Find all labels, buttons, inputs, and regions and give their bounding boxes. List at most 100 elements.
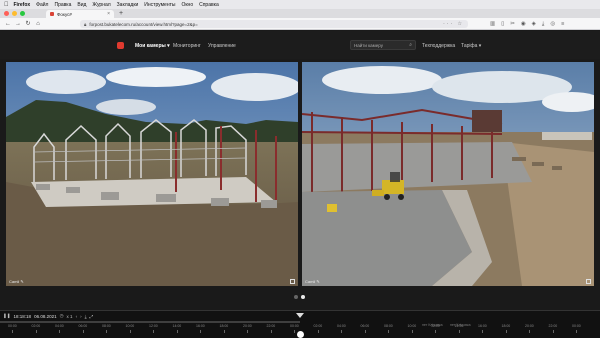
timeline-tick-label: 14:00 <box>172 324 182 328</box>
search-icon[interactable]: ⌕ <box>409 42 412 48</box>
timeline-tick-mark <box>59 330 60 333</box>
timeline-tick-label: 22:00 <box>266 324 276 328</box>
tab-title: Фокус# <box>57 11 72 17</box>
menu-view[interactable]: Вид <box>77 2 86 8</box>
timeline-tick-label: 18:00 <box>501 324 511 328</box>
camera-view-1[interactable]: Camli ✎ <box>6 62 298 286</box>
timeline-playhead[interactable] <box>297 331 304 338</box>
timeline-tick-mark <box>505 330 507 333</box>
nav-tech-support[interactable]: Техподдержка <box>422 43 455 49</box>
timeline-tick-label: 10:00 <box>125 324 135 328</box>
timeline-tick-mark <box>388 330 389 333</box>
timeline-tick-mark <box>529 330 530 333</box>
timeline-tick-label: 00:00 <box>8 324 17 328</box>
timeline-tick-mark <box>153 330 154 333</box>
timeline-tick-label: 16:00 <box>478 324 487 328</box>
timeline-tick-mark <box>364 330 366 333</box>
timeline-tick-mark <box>458 330 460 333</box>
timeline-tick-mark <box>12 330 13 333</box>
library-icon[interactable]: ▥ <box>490 21 495 28</box>
timeline-tick-mark <box>270 330 272 333</box>
page-dot-2[interactable] <box>301 295 305 299</box>
timeline-tick-mark <box>482 330 483 333</box>
os-menu-bar:  Firefox Файл Правка Вид Журнал Закладк… <box>0 0 600 9</box>
recorded-range-bar <box>0 321 300 323</box>
tab-close-icon[interactable]: × <box>107 11 110 17</box>
timeline-tick-label: 20:00 <box>243 324 252 328</box>
menu-window[interactable]: Окно <box>181 2 193 8</box>
brand-logo[interactable] <box>117 42 124 49</box>
account-icon[interactable]: ◉ <box>521 21 526 28</box>
expand-icon[interactable] <box>586 279 591 284</box>
timeline-tick-label: 00:00 <box>572 324 581 328</box>
menu-history[interactable]: Журнал <box>92 2 110 8</box>
apple-icon[interactable]:  <box>4 2 9 8</box>
timeline-tick-mark <box>176 330 178 333</box>
home-icon[interactable]: ⌂ <box>34 21 42 27</box>
window-zoom-icon[interactable] <box>20 11 25 16</box>
extensions-icon[interactable]: ◈ <box>532 21 536 28</box>
pause-icon[interactable]: ❚❚ <box>3 313 11 319</box>
window-close-icon[interactable] <box>4 11 9 16</box>
menu-tools[interactable]: Инструменты <box>144 2 175 8</box>
nav-tariff[interactable]: Тарiфа ▾ <box>461 43 481 49</box>
nav-monitoring[interactable]: Мониторинг <box>173 43 201 49</box>
timeline-tick-mark <box>129 330 131 333</box>
url-bar[interactable]: 🔒︎ forpost.bukatelecom.ru/account/view.h… <box>80 20 468 28</box>
menu-icon[interactable]: ≡ <box>561 21 564 28</box>
timeline-date: 06.08.2021 <box>34 313 57 319</box>
camera-pagination <box>294 295 305 299</box>
timeline-tick-label: 04:00 <box>337 324 346 328</box>
timeline-tick-mark <box>435 330 436 333</box>
timeline-tick-label: 00:00 <box>290 324 299 328</box>
fullscreen-icon[interactable]: ⤢ <box>90 314 94 319</box>
timeline-tick-mark <box>576 330 577 333</box>
timeline-tick-label: 10:00 <box>407 324 417 328</box>
browser-tab-strip: Фокус# × + <box>0 9 600 18</box>
screenshot-icon[interactable]: ✂ <box>510 21 515 28</box>
downloads-icon[interactable]: ⤓ <box>542 21 544 28</box>
expand-icon[interactable] <box>290 279 295 284</box>
camera-label: Camli ✎ <box>9 279 24 284</box>
clock-icon[interactable]: ◷ <box>60 313 64 319</box>
menu-edit[interactable]: Правка <box>54 2 71 8</box>
timeline-tick-mark <box>411 330 413 333</box>
sidebar-icon[interactable]: ▯ <box>501 21 504 28</box>
camera-search-input[interactable]: Найти камеру ⌕ <box>350 40 416 50</box>
step-forward-icon[interactable]: › <box>80 314 82 319</box>
window-minimize-icon[interactable] <box>12 11 17 16</box>
menu-firefox[interactable]: Firefox <box>14 2 31 8</box>
page-actions-icon[interactable]: ··· ☆ <box>443 21 464 27</box>
settings-icon[interactable]: ◎ <box>550 21 555 28</box>
timeline-tick-label: 12:00 <box>431 324 440 328</box>
step-back-icon[interactable]: ‹ <box>76 314 78 319</box>
menu-bookmarks[interactable]: Закладки <box>117 2 139 8</box>
timeline-controls: ❚❚ 18:18:18 06.08.2021 ◷ x 1 ‹ › ⤓ ⤢ <box>3 313 93 319</box>
camera-view-2[interactable]: Camli ✎ <box>302 62 594 286</box>
camera-label: Camli ✎ <box>305 279 320 284</box>
new-tab-icon[interactable]: + <box>119 10 123 17</box>
forward-icon[interactable]: → <box>14 21 22 27</box>
reload-icon[interactable]: ↻ <box>24 20 32 27</box>
nav-my-cameras[interactable]: Мои камеры ▾ <box>135 43 170 49</box>
timeline-time: 18:18:18 <box>13 313 32 319</box>
timeline-tick-label: 22:00 <box>548 324 558 328</box>
timeline-tick-mark <box>223 330 225 333</box>
site-favicon-icon <box>50 12 54 16</box>
timeline-tick-label: 08:00 <box>384 324 393 328</box>
speed-value[interactable]: x 1 <box>67 314 73 319</box>
url-text: forpost.bukatelecom.ru/account/view.html… <box>89 21 198 27</box>
timeline-tick-label: 16:00 <box>196 324 205 328</box>
timeline-tick-label: 12:00 <box>149 324 158 328</box>
back-icon[interactable]: ← <box>4 21 12 27</box>
browser-tab[interactable]: Фокус# × <box>46 10 114 18</box>
download-icon[interactable]: ⤓ <box>85 314 87 319</box>
nav-management[interactable]: Управление <box>208 43 236 49</box>
timeline-tick-label: 02:00 <box>313 324 323 328</box>
menu-file[interactable]: Файл <box>36 2 48 8</box>
timeline-tick-label: 04:00 <box>55 324 64 328</box>
menu-help[interactable]: Справка <box>199 2 219 8</box>
timeline-tick-mark <box>82 330 84 333</box>
timeline-tick-label: 18:00 <box>219 324 229 328</box>
page-dot-1[interactable] <box>294 295 298 299</box>
